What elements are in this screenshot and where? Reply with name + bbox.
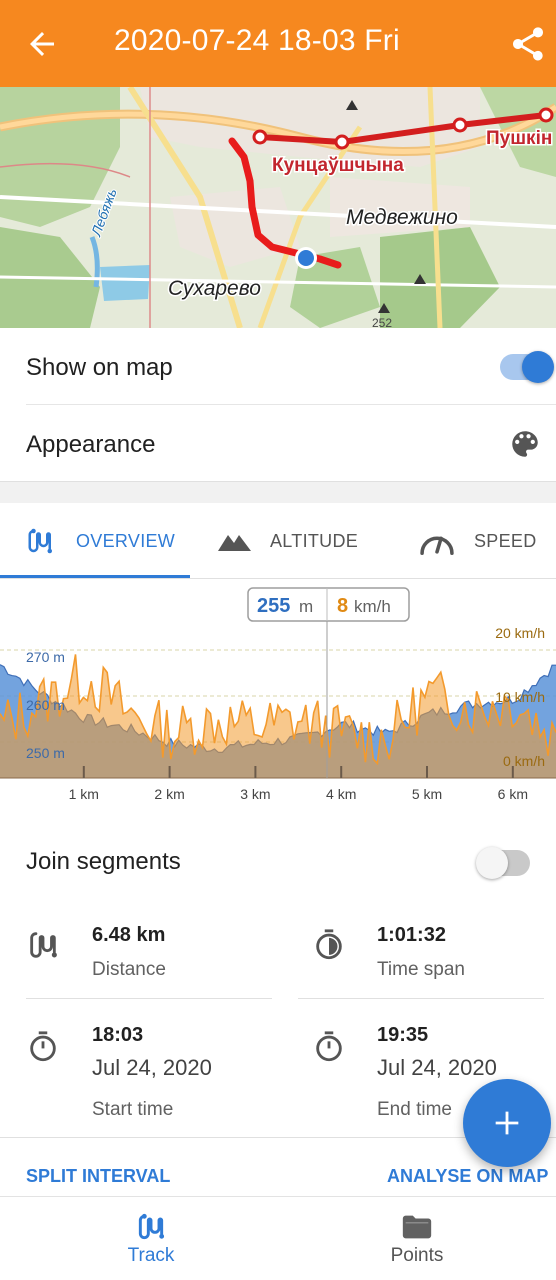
map-label-sukharevo: Сухарево [168, 277, 261, 300]
speed-tick-label: 0 km/h [503, 753, 545, 769]
palette-icon [512, 431, 538, 457]
tab-overview[interactable]: OVERVIEW [26, 503, 175, 579]
map-label-elevation: 252 [372, 316, 392, 328]
active-tab-indicator [0, 575, 190, 578]
speedometer-icon [420, 536, 454, 555]
join-segments-toggle[interactable] [476, 847, 530, 879]
altitude-readout-value: 255 [257, 595, 290, 617]
time-span-stat: 1:01:32 Time span [377, 924, 465, 980]
map-label-medvezhino: Медвежино [346, 206, 458, 229]
add-fab-button[interactable] [463, 1079, 551, 1167]
altitude-tick-label: 260 m [26, 697, 65, 713]
stopwatch-icon [30, 1031, 56, 1062]
start-time-stat: 18:03 Jul 24, 2020 Start time [92, 1024, 212, 1120]
speed-readout-value: 8 [337, 595, 348, 617]
overview-chart[interactable]: 270 m 260 m 250 m 20 km/h 10 km/h 0 km/h 1 km 2… [0, 580, 556, 805]
analyse-on-map-button[interactable]: ANALYSE ON MAP [387, 1166, 548, 1187]
route-icon [30, 932, 57, 958]
timer-icon [316, 929, 342, 960]
map-label-kuntsaushchyna: Кунцаўшчына [272, 155, 404, 176]
join-segments-label: Join segments [26, 848, 181, 875]
section-separator [0, 481, 556, 503]
nav-points[interactable]: Points [278, 1197, 556, 1280]
altitude-readout-unit: m [299, 597, 313, 616]
altitude-tick-label: 270 m [26, 649, 65, 665]
back-arrow-icon[interactable] [24, 26, 60, 62]
track-title: 2020-07-24 18-03 Fri [114, 24, 400, 57]
nav-track[interactable]: Track [12, 1197, 290, 1280]
track-map[interactable]: Кунцаўшчына Пушкін Медвежино Сухарево Ле… [0, 87, 556, 328]
appearance-row[interactable]: Appearance [0, 405, 556, 481]
track-nav-icon [138, 1213, 165, 1240]
distance-tick-label: 5 km [412, 786, 442, 802]
show-on-map-toggle[interactable] [500, 351, 554, 383]
show-on-map-label: Show on map [26, 354, 173, 381]
distance-tick-label: 4 km [326, 786, 356, 802]
distance-tick-label: 2 km [154, 786, 184, 802]
appearance-label: Appearance [26, 431, 156, 458]
distance-stat: 6.48 km Distance [92, 924, 166, 980]
app-bar: 2020-07-24 18-03 Fri [0, 0, 556, 87]
mountain-icon [218, 535, 251, 551]
chart-tabs: OVERVIEW ALTITUDE SPEED [0, 503, 556, 579]
plus-icon [495, 1111, 519, 1135]
distance-tick-label: 3 km [240, 786, 270, 802]
share-icon[interactable] [508, 24, 548, 64]
overview-chart-svg: 270 m 260 m 250 m 20 km/h 10 km/h 0 km/h 1 km 2… [0, 587, 556, 802]
track-overview-icon [28, 528, 52, 554]
altitude-tick-label: 250 m [26, 745, 65, 761]
map-label-pushkin: Пушкін [486, 128, 552, 149]
folder-icon [402, 1215, 432, 1239]
stopwatch-end-icon [316, 1031, 342, 1062]
distance-tick-label: 1 km [69, 786, 99, 802]
speed-readout-unit: km/h [354, 597, 391, 616]
tab-speed[interactable]: SPEED [418, 503, 537, 579]
join-segments-row[interactable]: Join segments [0, 826, 556, 898]
bottom-navigation: Track Points [0, 1196, 556, 1280]
speed-tick-label: 20 km/h [495, 625, 545, 641]
speed-tick-label: 10 km/h [495, 689, 545, 705]
distance-tick-label: 6 km [498, 786, 528, 802]
show-on-map-row[interactable]: Show on map [0, 328, 556, 404]
tab-altitude[interactable]: ALTITUDE [218, 503, 358, 579]
split-interval-button[interactable]: SPLIT INTERVAL [26, 1166, 170, 1187]
